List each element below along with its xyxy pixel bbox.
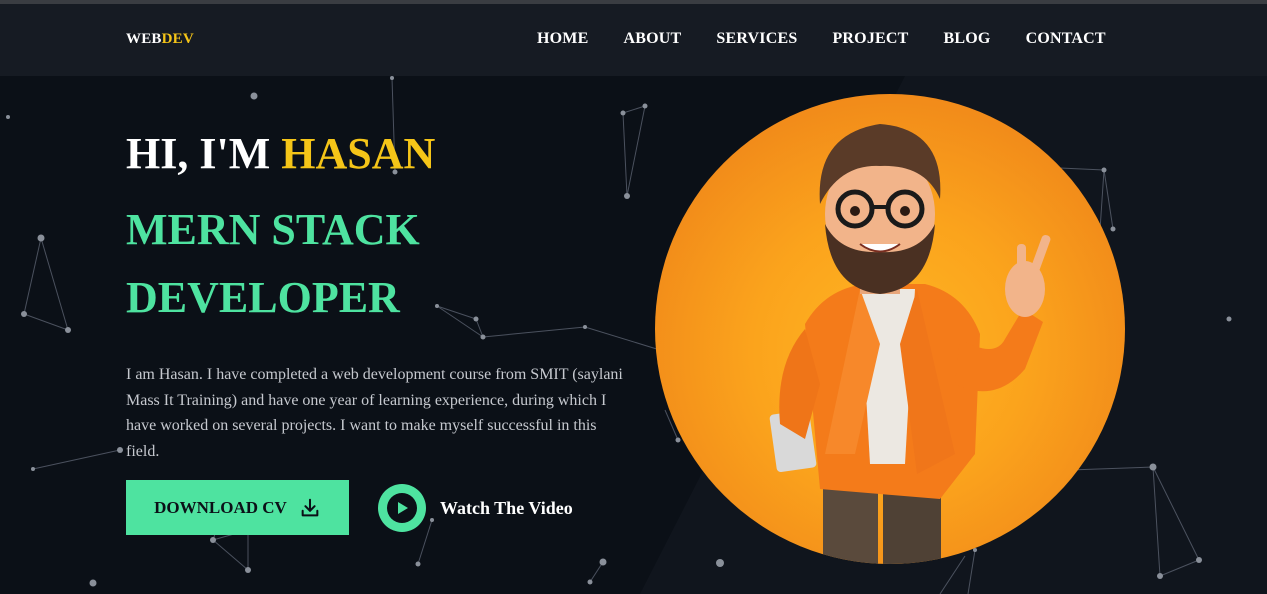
nav-contact[interactable]: CONTACT xyxy=(1026,30,1106,48)
hero-greeting: HI, I'M HASAN xyxy=(126,128,435,179)
nav-project[interactable]: PROJECT xyxy=(832,30,908,48)
download-cv-label: DOWNLOAD CV xyxy=(154,497,287,517)
download-cv-button[interactable]: DOWNLOAD CV xyxy=(126,480,349,535)
logo-main-text: WEB xyxy=(126,31,162,47)
main-nav: HOME ABOUT SERVICES PROJECT BLOG CONTACT xyxy=(537,30,1106,48)
watch-video-link[interactable]: Watch The Video xyxy=(378,484,573,532)
nav-home[interactable]: HOME xyxy=(537,30,588,48)
page: WEBDEV HOME ABOUT SERVICES PROJECT BLOG … xyxy=(0,0,1267,594)
greeting-text: HI, I'M xyxy=(126,129,282,178)
download-icon xyxy=(301,498,319,516)
hero-role: MERN STACK DEVELOPER xyxy=(126,196,486,332)
hero-name: HASAN xyxy=(281,129,436,178)
nav-blog[interactable]: BLOG xyxy=(944,30,991,48)
avatar-illustration xyxy=(769,124,1051,564)
hero-bio: I am Hasan. I have completed a web devel… xyxy=(126,366,623,460)
watch-video-label: Watch The Video xyxy=(440,497,573,518)
play-button[interactable] xyxy=(378,484,426,532)
nav-services[interactable]: SERVICES xyxy=(716,30,797,48)
role-line-2: DEVELOPER xyxy=(126,273,400,322)
profile-portrait xyxy=(655,94,1125,564)
site-header: WEBDEV HOME ABOUT SERVICES PROJECT BLOG … xyxy=(0,4,1267,76)
logo-accent-text: DEV xyxy=(161,31,194,47)
nav-about[interactable]: ABOUT xyxy=(623,30,681,48)
logo[interactable]: WEBDEV xyxy=(126,31,194,48)
role-line-1: MERN STACK xyxy=(126,205,420,254)
play-icon xyxy=(398,502,408,514)
